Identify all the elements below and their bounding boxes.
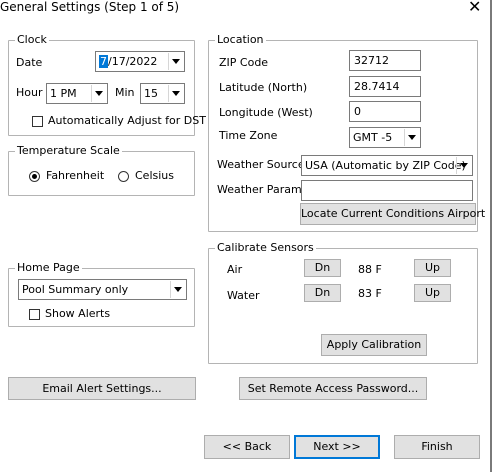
water-reading: 83 F bbox=[358, 287, 382, 300]
water-up-button[interactable]: Up bbox=[414, 284, 451, 302]
hour-label: Hour bbox=[16, 86, 43, 99]
time-zone-select[interactable]: GMT -5 bbox=[349, 127, 421, 148]
window-title: General Settings (Step 1 of 5) bbox=[0, 0, 180, 14]
temperature-scale-group: Temperature Scale Fahrenheit Celsius bbox=[8, 144, 195, 196]
air-dn-button[interactable]: Dn bbox=[304, 259, 341, 277]
min-label: Min bbox=[115, 86, 135, 99]
date-value-rest: /17/2022 bbox=[108, 55, 158, 68]
celsius-label[interactable]: Celsius bbox=[135, 169, 174, 183]
next-button[interactable]: Next >> bbox=[294, 435, 380, 459]
weather-params-label: Weather Params bbox=[217, 183, 308, 196]
latitude-label: Latitude (North) bbox=[219, 81, 308, 94]
time-zone-label: Time Zone bbox=[219, 129, 278, 142]
location-group: Location ZIP Code 32712 Latitude (North)… bbox=[208, 33, 485, 232]
latitude-field[interactable]: 28.7414 bbox=[349, 76, 421, 97]
date-month-highlight: 7 bbox=[99, 55, 108, 68]
chevron-down-icon[interactable] bbox=[170, 281, 185, 298]
date-picker[interactable]: 7/17/2022 bbox=[95, 51, 185, 72]
zip-label: ZIP Code bbox=[219, 56, 269, 69]
weather-source-value: USA (Automatic by ZIP Code) bbox=[305, 159, 466, 172]
apply-calibration-button[interactable]: Apply Calibration bbox=[321, 334, 427, 356]
time-zone-value: GMT -5 bbox=[353, 131, 393, 144]
chevron-down-icon[interactable] bbox=[404, 129, 419, 146]
clock-group: Clock Date 7/17/2022 Hour 1 PM Min 15 Au… bbox=[8, 33, 206, 136]
radio-selected-dot bbox=[32, 174, 37, 179]
temperature-legend: Temperature Scale bbox=[15, 144, 122, 158]
zip-field[interactable]: 32712 bbox=[349, 50, 421, 71]
hour-value: 1 PM bbox=[50, 87, 77, 100]
home-page-legend: Home Page bbox=[15, 261, 82, 275]
calibrate-legend: Calibrate Sensors bbox=[215, 241, 316, 255]
chevron-down-icon[interactable] bbox=[168, 53, 183, 70]
water-dn-button[interactable]: Dn bbox=[304, 284, 341, 302]
min-select[interactable]: 15 bbox=[140, 83, 185, 104]
weather-params-field[interactable] bbox=[301, 180, 473, 201]
email-alert-settings-button[interactable]: Email Alert Settings... bbox=[8, 377, 196, 400]
chevron-down-icon[interactable] bbox=[91, 85, 106, 102]
locate-airport-button[interactable]: Locate Current Conditions Airport bbox=[300, 203, 485, 225]
air-label: Air bbox=[227, 263, 243, 276]
longitude-label: Longitude (West) bbox=[219, 106, 313, 119]
calibrate-sensors-group: Calibrate Sensors Air Dn 88 F Up Water D… bbox=[208, 241, 478, 364]
longitude-field[interactable]: 0 bbox=[349, 101, 421, 122]
celsius-radio[interactable] bbox=[118, 171, 129, 182]
back-button[interactable]: << Back bbox=[204, 435, 290, 459]
close-icon[interactable]: ✕ bbox=[468, 0, 481, 16]
home-page-value: Pool Summary only bbox=[22, 283, 129, 296]
air-reading: 88 F bbox=[358, 263, 382, 276]
water-label: Water bbox=[227, 289, 260, 302]
weather-source-label: Weather Source bbox=[217, 158, 305, 171]
chevron-down-icon[interactable] bbox=[168, 85, 183, 102]
weather-source-select[interactable]: USA (Automatic by ZIP Code) bbox=[301, 155, 473, 176]
chevron-down-icon[interactable] bbox=[456, 157, 471, 174]
finish-button[interactable]: Finish bbox=[394, 435, 480, 459]
location-legend: Location bbox=[215, 33, 266, 47]
clock-legend: Clock bbox=[15, 33, 49, 47]
date-label: Date bbox=[16, 56, 43, 69]
window-border bbox=[490, 0, 492, 472]
hour-select[interactable]: 1 PM bbox=[46, 83, 108, 104]
auto-dst-checkbox[interactable] bbox=[32, 116, 43, 127]
air-up-button[interactable]: Up bbox=[414, 259, 451, 277]
min-value: 15 bbox=[144, 87, 158, 100]
set-remote-password-button[interactable]: Set Remote Access Password... bbox=[239, 377, 427, 400]
home-page-group: Home Page Pool Summary only Show Alerts bbox=[8, 261, 195, 327]
fahrenheit-radio[interactable] bbox=[29, 171, 40, 182]
fahrenheit-label[interactable]: Fahrenheit bbox=[46, 169, 104, 183]
home-page-select[interactable]: Pool Summary only bbox=[18, 279, 187, 300]
show-alerts-label[interactable]: Show Alerts bbox=[45, 307, 110, 321]
auto-dst-label[interactable]: Automatically Adjust for DST bbox=[48, 114, 206, 128]
show-alerts-checkbox[interactable] bbox=[29, 309, 40, 320]
